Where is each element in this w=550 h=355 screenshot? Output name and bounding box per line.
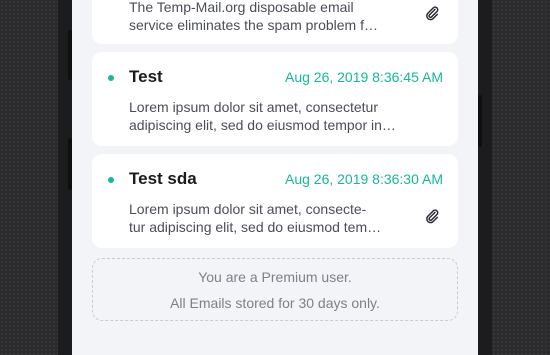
paperclip-icon [426,6,439,21]
email-list-item[interactable]: The Temp-Mail.org disposable email servi… [92,0,458,44]
phone-bezel-right [478,0,492,355]
email-preview-line: Lorem ipsum dolor sit amet, consectetur [129,99,378,115]
email-preview-line: The Temp-Mail.org disposable email [129,0,354,15]
premium-notice-subtitle: All Emails stored for 30 days only. [170,295,380,311]
unread-dot [108,75,114,81]
phone-side-button [478,95,482,147]
email-preview-line: tur adipiscing elit, sed do eiusmod tem… [129,219,382,235]
premium-notice: You are a Premium user. All Emails store… [92,258,458,321]
inbox-screen: The Temp-Mail.org disposable email servi… [72,0,478,355]
paperclip-icon [426,209,439,224]
email-preview: Lorem ipsum dolor sit amet, consectetur … [129,98,434,134]
premium-notice-title: You are a Premium user. [198,269,352,285]
email-preview: The Temp-Mail.org disposable email servi… [129,0,429,34]
email-date: Aug 26, 2019 8:36:30 AM [284,171,443,187]
email-list-item[interactable]: Test sda Aug 26, 2019 8:36:30 AM Lorem i… [92,154,458,248]
unread-dot [108,177,114,183]
email-preview-line: adipiscing elit, sed do eiusmod tempor i… [129,117,396,133]
email-preview-line: Lorem ipsum dolor sit amet, consecte- [129,201,367,217]
email-subject: Test sda [129,169,197,188]
email-date: Aug 26, 2019 8:36:45 AM [284,69,443,85]
email-preview: Lorem ipsum dolor sit amet, consecte- tu… [129,200,429,236]
email-preview-line: service eliminates the spam problem f… [129,17,378,33]
email-subject: Test [129,67,163,86]
email-list-item[interactable]: Test Aug 26, 2019 8:36:45 AM Lorem ipsum… [92,52,458,146]
